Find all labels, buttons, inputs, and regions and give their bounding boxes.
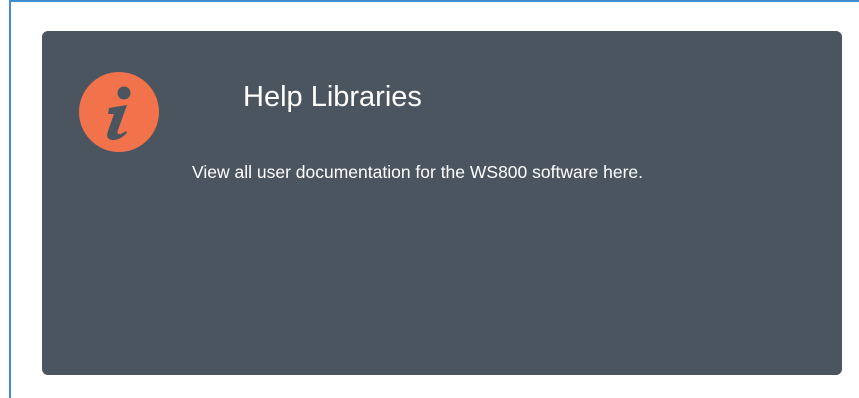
page-frame: Help Libraries View all user documentati…: [0, 0, 859, 398]
card-title: Help Libraries: [243, 81, 422, 113]
help-libraries-card[interactable]: Help Libraries View all user documentati…: [42, 31, 842, 375]
info-icon: [79, 72, 159, 152]
card-description: View all user documentation for the WS80…: [192, 162, 644, 182]
frame-border-left: [9, 0, 11, 398]
frame-border-top: [9, 0, 859, 2]
